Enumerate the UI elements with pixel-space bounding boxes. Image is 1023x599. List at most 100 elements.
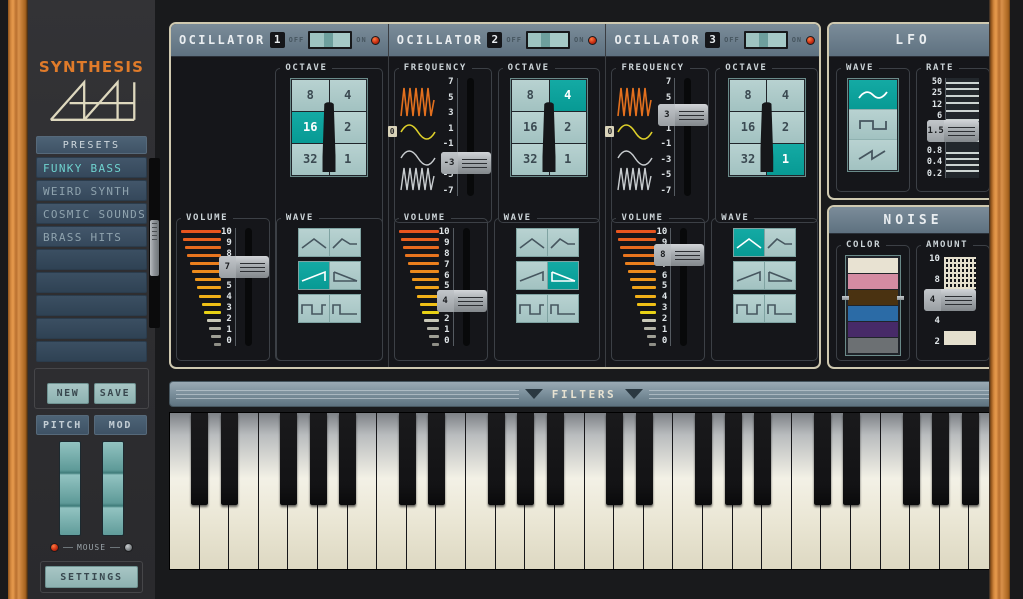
black-key[interactable] <box>280 413 298 505</box>
noise-amount-slider[interactable]: 108 64 2 4 <box>923 255 977 347</box>
black-key[interactable] <box>961 413 979 505</box>
oscillator-1-volume-slider[interactable]: 109 87 65 43 21 0 <box>181 228 269 346</box>
noise-amount-thumb[interactable]: 4 <box>923 289 976 311</box>
octave-cell-1[interactable]: 1 <box>767 144 804 175</box>
wave-ramp-step-button[interactable] <box>547 229 578 256</box>
octave-cell-4[interactable]: 4 <box>549 80 586 111</box>
oscillator-1-octave-pad[interactable]: 8 4 16 2 32 1 <box>290 78 369 177</box>
preset-item-empty[interactable] <box>36 272 147 293</box>
black-key[interactable] <box>220 413 238 505</box>
black-key[interactable] <box>724 413 742 505</box>
oscillator-1-power-toggle[interactable] <box>308 31 353 49</box>
black-key[interactable] <box>754 413 772 505</box>
lfo-rate-thumb[interactable]: 1.5 <box>927 120 980 142</box>
black-key[interactable] <box>932 413 950 505</box>
oscillator-2-octave-pad[interactable]: 8 4 16 2 32 1 <box>510 78 588 177</box>
preset-item-empty[interactable] <box>36 249 147 270</box>
octave-cell-8[interactable]: 8 <box>729 80 767 111</box>
wave-triangle-button[interactable] <box>298 229 330 256</box>
black-key[interactable] <box>309 413 327 505</box>
octave-cell-4[interactable]: 4 <box>767 80 804 111</box>
preset-scrollbar[interactable] <box>149 158 160 328</box>
wave-ramp-step-button[interactable] <box>765 229 796 256</box>
black-key[interactable] <box>339 413 357 505</box>
piano-keyboard[interactable] <box>169 412 999 570</box>
wave-ramp-down-button[interactable] <box>765 262 796 289</box>
wave-pulse-button[interactable] <box>765 295 796 322</box>
octave-cell-32[interactable]: 32 <box>292 144 329 175</box>
noise-color-pink[interactable] <box>848 274 898 289</box>
preset-item-empty[interactable] <box>36 341 147 362</box>
wave-triangle-button[interactable] <box>734 229 766 256</box>
black-key[interactable] <box>635 413 653 505</box>
preset-item[interactable]: COSMIC SOUNDS <box>36 203 147 224</box>
black-key[interactable] <box>813 413 831 505</box>
octave-cell-2[interactable]: 2 <box>767 112 804 143</box>
settings-button[interactable]: SETTINGS <box>45 566 138 588</box>
noise-color-selector[interactable] <box>845 255 901 356</box>
scrollbar-thumb[interactable] <box>150 220 159 276</box>
noise-color-blue[interactable] <box>848 306 898 321</box>
lfo-wave-square-button[interactable] <box>849 110 897 140</box>
octave-cell-2[interactable]: 2 <box>549 112 586 143</box>
triangle-down-icon-left[interactable] <box>524 389 543 399</box>
black-key[interactable] <box>843 413 861 505</box>
oscillator-3-octave-pad[interactable]: 8 4 16 2 32 1 <box>727 78 806 177</box>
lfo-wave-sawtooth-button[interactable] <box>849 140 897 170</box>
octave-cell-4[interactable]: 4 <box>329 80 367 111</box>
oscillator-2-frequency-slider[interactable]: 75 31 -1-3 -5-7 -3 <box>387 78 491 196</box>
oscillator-3-power-toggle[interactable] <box>743 31 788 49</box>
black-key[interactable] <box>517 413 535 505</box>
lfo-wave-selector[interactable] <box>847 78 899 172</box>
volume-thumb[interactable]: 7 <box>218 256 269 278</box>
octave-cell-1[interactable]: 1 <box>329 144 367 175</box>
lfo-rate-slider[interactable]: 5025 126 31.5 0.80.4 0.2 <box>927 78 980 178</box>
mod-wheel[interactable] <box>102 441 124 536</box>
lfo-wave-sine-button[interactable] <box>849 80 897 110</box>
black-keys[interactable] <box>170 413 998 505</box>
preset-item-empty[interactable] <box>36 318 147 339</box>
preset-item-empty[interactable] <box>36 295 147 316</box>
pitch-wheel[interactable] <box>59 441 81 536</box>
noise-color-brown[interactable] <box>848 290 898 305</box>
octave-cell-8[interactable]: 8 <box>292 80 329 111</box>
octave-cell-32[interactable]: 32 <box>729 144 767 175</box>
noise-color-white[interactable] <box>848 258 898 273</box>
oscillator-2-power-toggle[interactable] <box>526 31 570 49</box>
black-key[interactable] <box>902 413 920 505</box>
filters-bar[interactable]: FILTERS <box>169 381 999 407</box>
octave-cell-1[interactable]: 1 <box>549 144 586 175</box>
oscillator-3-volume-slider[interactable]: 109 87 65 43 21 0 <box>616 228 705 346</box>
preset-item[interactable]: WEIRD SYNTH <box>36 180 147 201</box>
volume-thumb[interactable]: 4 <box>436 290 487 312</box>
black-key[interactable] <box>428 413 446 505</box>
frequency-thumb[interactable]: -3 <box>440 152 491 174</box>
oscillator-2-volume-slider[interactable]: 109 87 65 43 21 0 <box>398 228 487 346</box>
new-preset-button[interactable]: NEW <box>47 383 89 404</box>
volume-thumb[interactable]: 8 <box>654 244 705 266</box>
black-key[interactable] <box>398 413 416 505</box>
black-key[interactable] <box>487 413 505 505</box>
preset-item[interactable]: BRASS HITS <box>36 226 147 247</box>
wave-ramp-up-button[interactable] <box>516 262 548 289</box>
preset-item[interactable]: FUNKY BASS <box>36 157 147 178</box>
wave-square-button[interactable] <box>516 295 548 322</box>
octave-cell-32[interactable]: 32 <box>512 144 549 175</box>
frequency-thumb[interactable]: 3 <box>658 104 709 126</box>
wave-ramp-step-button[interactable] <box>329 229 360 256</box>
wave-triangle-button[interactable] <box>516 229 548 256</box>
save-preset-button[interactable]: SAVE <box>94 383 136 404</box>
black-key[interactable] <box>695 413 713 505</box>
wave-ramp-down-button[interactable] <box>547 262 578 289</box>
octave-cell-16[interactable]: 16 <box>292 112 329 143</box>
noise-color-violet[interactable] <box>848 322 898 337</box>
wave-square-button[interactable] <box>298 295 330 322</box>
black-key[interactable] <box>191 413 209 505</box>
wave-ramp-up-button[interactable] <box>298 262 330 289</box>
octave-cell-16[interactable]: 16 <box>512 112 549 143</box>
wave-pulse-button[interactable] <box>329 295 360 322</box>
black-key[interactable] <box>606 413 624 505</box>
wave-square-button[interactable] <box>734 295 766 322</box>
triangle-down-icon-right[interactable] <box>625 389 644 399</box>
wave-pulse-button[interactable] <box>547 295 578 322</box>
